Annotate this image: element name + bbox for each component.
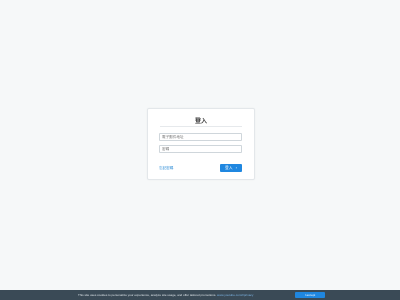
login-title: 登入 xyxy=(194,119,207,125)
chevron-right-icon: › xyxy=(235,165,237,170)
title-divider xyxy=(160,126,242,127)
cookie-banner-text: This site uses cookies to personalize yo… xyxy=(78,292,217,297)
email-field[interactable] xyxy=(159,133,242,141)
cookie-banner: This site uses cookies to personalize yo… xyxy=(0,290,400,300)
login-button[interactable]: 登入 › xyxy=(220,164,242,172)
cookie-banner-text-wrap: This site uses cookies to personalize yo… xyxy=(78,293,253,297)
login-button-label: 登入 xyxy=(225,166,233,170)
password-field[interactable] xyxy=(159,145,242,153)
login-card: 登入 忘記密碼 登入 › xyxy=(147,108,255,180)
accept-cookies-button[interactable]: I accept xyxy=(295,292,325,298)
cookie-policy-link[interactable]: www.youtube.com/t/privacy xyxy=(217,293,253,297)
forgot-password-link[interactable]: 忘記密碼 xyxy=(159,166,173,171)
